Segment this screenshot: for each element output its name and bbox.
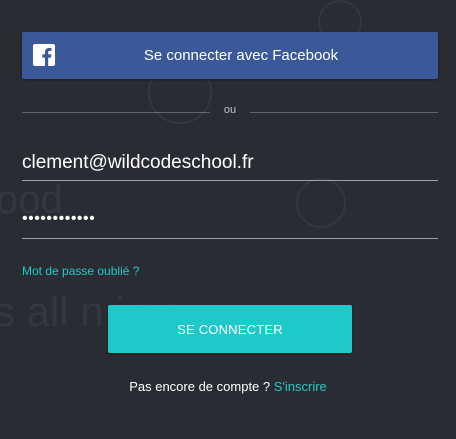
facebook-login-button[interactable]: Se connecter avec Facebook (22, 32, 438, 79)
forgot-password-link[interactable]: Mot de passe oublié ? (22, 264, 139, 278)
facebook-icon (33, 44, 55, 66)
password-field[interactable]: •••••••••••• (22, 204, 438, 239)
facebook-login-label: Se connecter avec Facebook (143, 47, 339, 64)
password-value: •••••••••••• (22, 210, 96, 227)
login-button[interactable]: SE CONNECTER (108, 305, 352, 353)
login-form: Se connecter avec Facebook ou clement@wi… (0, 0, 456, 439)
email-value: clement@wildcodeschool.fr (22, 152, 254, 173)
login-button-label: SE CONNECTER (177, 321, 283, 337)
email-field[interactable]: clement@wildcodeschool.fr (22, 146, 438, 181)
divider-line (22, 112, 210, 113)
signup-prompt: Pas encore de compte ? (129, 379, 274, 394)
signup-row: Pas encore de compte ? S'inscrire (0, 379, 456, 394)
signup-link[interactable]: S'inscrire (274, 379, 327, 394)
divider-line (250, 112, 438, 113)
divider-or-text: ou (223, 104, 237, 116)
